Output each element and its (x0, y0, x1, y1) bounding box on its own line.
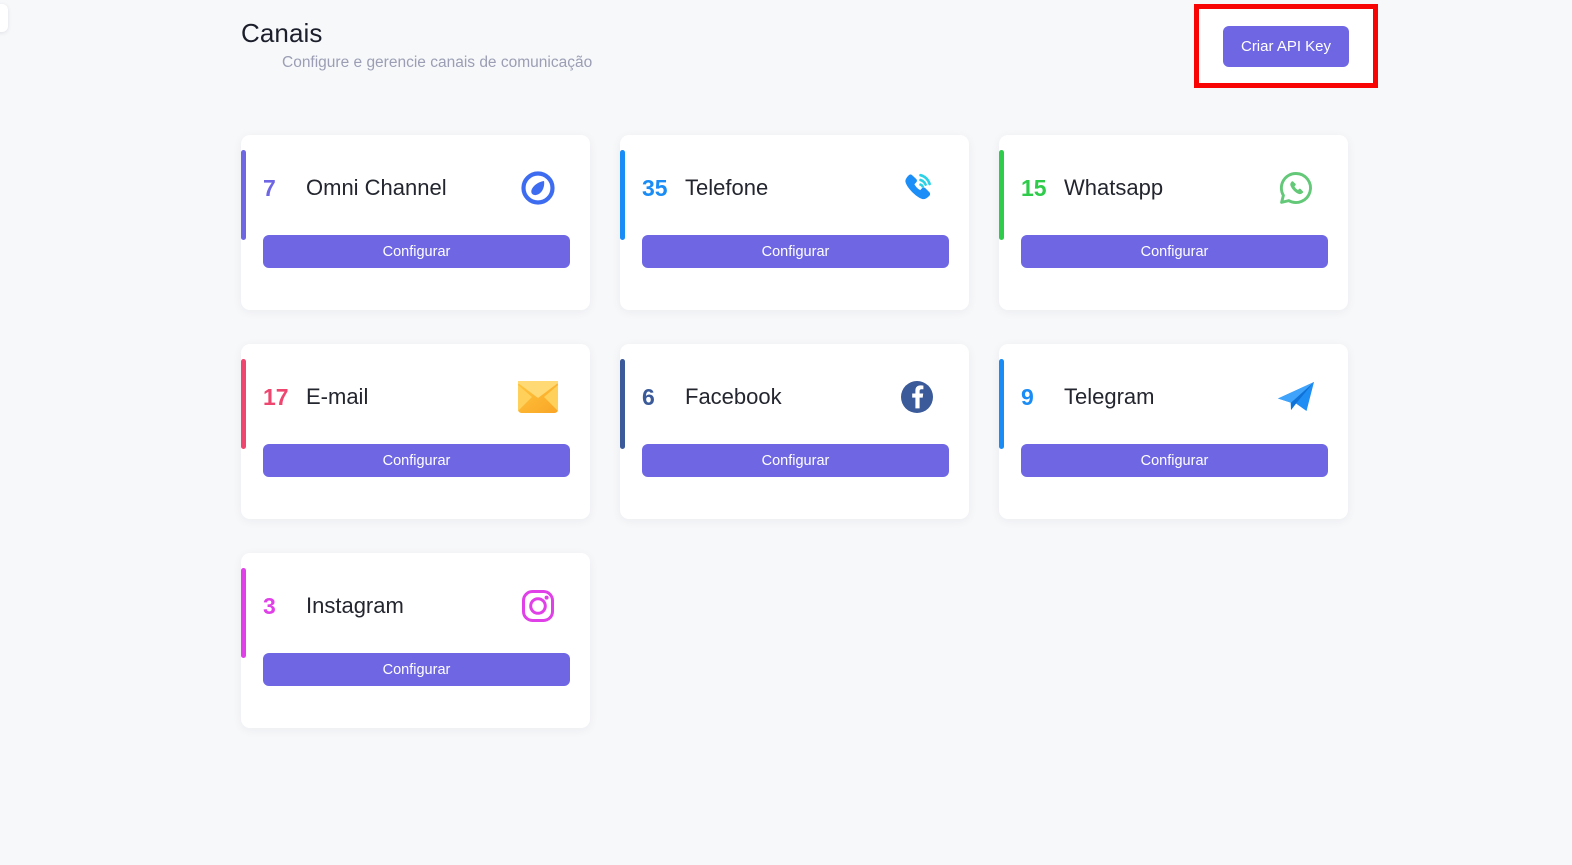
card-accent-bar (620, 359, 625, 449)
card-header: 7 Omni Channel (241, 135, 590, 241)
card-accent-bar (999, 359, 1004, 449)
configure-button[interactable]: Configurar (642, 235, 949, 268)
configure-button[interactable]: Configurar (642, 444, 949, 477)
channel-card: 17 E-mail Configurar (241, 344, 590, 519)
page-title: Canais (241, 18, 323, 48)
omni-channel-icon (516, 166, 560, 210)
envelope-icon (516, 375, 560, 419)
create-api-key-button[interactable]: Criar API Key (1222, 25, 1350, 67)
configure-button[interactable]: Configurar (263, 653, 570, 686)
card-accent-bar (241, 359, 246, 449)
card-header: 9 Telegram (999, 344, 1348, 450)
channel-name: Telefone (685, 175, 769, 200)
configure-button[interactable]: Configurar (263, 235, 570, 268)
channel-name: Facebook (685, 384, 782, 409)
channel-name: Instagram (306, 593, 404, 618)
card-accent-bar (241, 150, 246, 240)
channel-card: 3 Instagram Configurar (241, 553, 590, 728)
channel-count: 9 (1021, 383, 1034, 410)
channel-name: Telegram (1064, 384, 1155, 409)
card-header: 17 E-mail (241, 344, 590, 450)
channel-name: Omni Channel (306, 175, 447, 200)
channel-count: 6 (642, 383, 655, 410)
channel-count: 17 (263, 383, 289, 410)
channel-card: 6 Facebook Configurar (620, 344, 969, 519)
channel-card: 7 Omni Channel Configurar (241, 135, 590, 310)
api-key-highlight-box: Criar API Key (1194, 4, 1378, 88)
channel-card: 35 Telefone Configurar (620, 135, 969, 310)
card-header: 35 Telefone (620, 135, 969, 241)
configure-button[interactable]: Configurar (1021, 444, 1328, 477)
card-accent-bar (999, 150, 1004, 240)
whatsapp-icon (1274, 166, 1318, 210)
card-accent-bar (620, 150, 625, 240)
channel-cards-grid: 7 Omni Channel Configurar 35 Telefone Configu… (241, 135, 1351, 728)
card-accent-bar (241, 568, 246, 658)
card-header: 3 Instagram (241, 553, 590, 659)
channel-card: 9 Telegram Configurar (999, 344, 1348, 519)
configure-button[interactable]: Configurar (1021, 235, 1328, 268)
channel-count: 7 (263, 174, 276, 201)
channel-count: 15 (1021, 174, 1047, 201)
channel-name: E-mail (306, 384, 369, 409)
channel-count: 35 (642, 174, 668, 201)
instagram-icon (516, 584, 560, 628)
facebook-icon (895, 375, 939, 419)
channels-page: Canais Configure e gerencie canais de co… (0, 0, 1572, 865)
phone-signal-icon (895, 166, 939, 210)
card-header: 15 Whatsapp (999, 135, 1348, 241)
channel-card: 15 Whatsapp Configurar (999, 135, 1348, 310)
channel-name: Whatsapp (1064, 175, 1164, 200)
page-header: Canais Configure e gerencie canais de co… (241, 16, 1351, 74)
page-subtitle: Configure e gerencie canais de comunicaç… (282, 54, 593, 71)
collapsed-side-panel-sliver[interactable] (0, 4, 8, 32)
telegram-icon (1274, 375, 1318, 419)
card-header: 6 Facebook (620, 344, 969, 450)
configure-button[interactable]: Configurar (263, 444, 570, 477)
channel-count: 3 (263, 592, 276, 619)
